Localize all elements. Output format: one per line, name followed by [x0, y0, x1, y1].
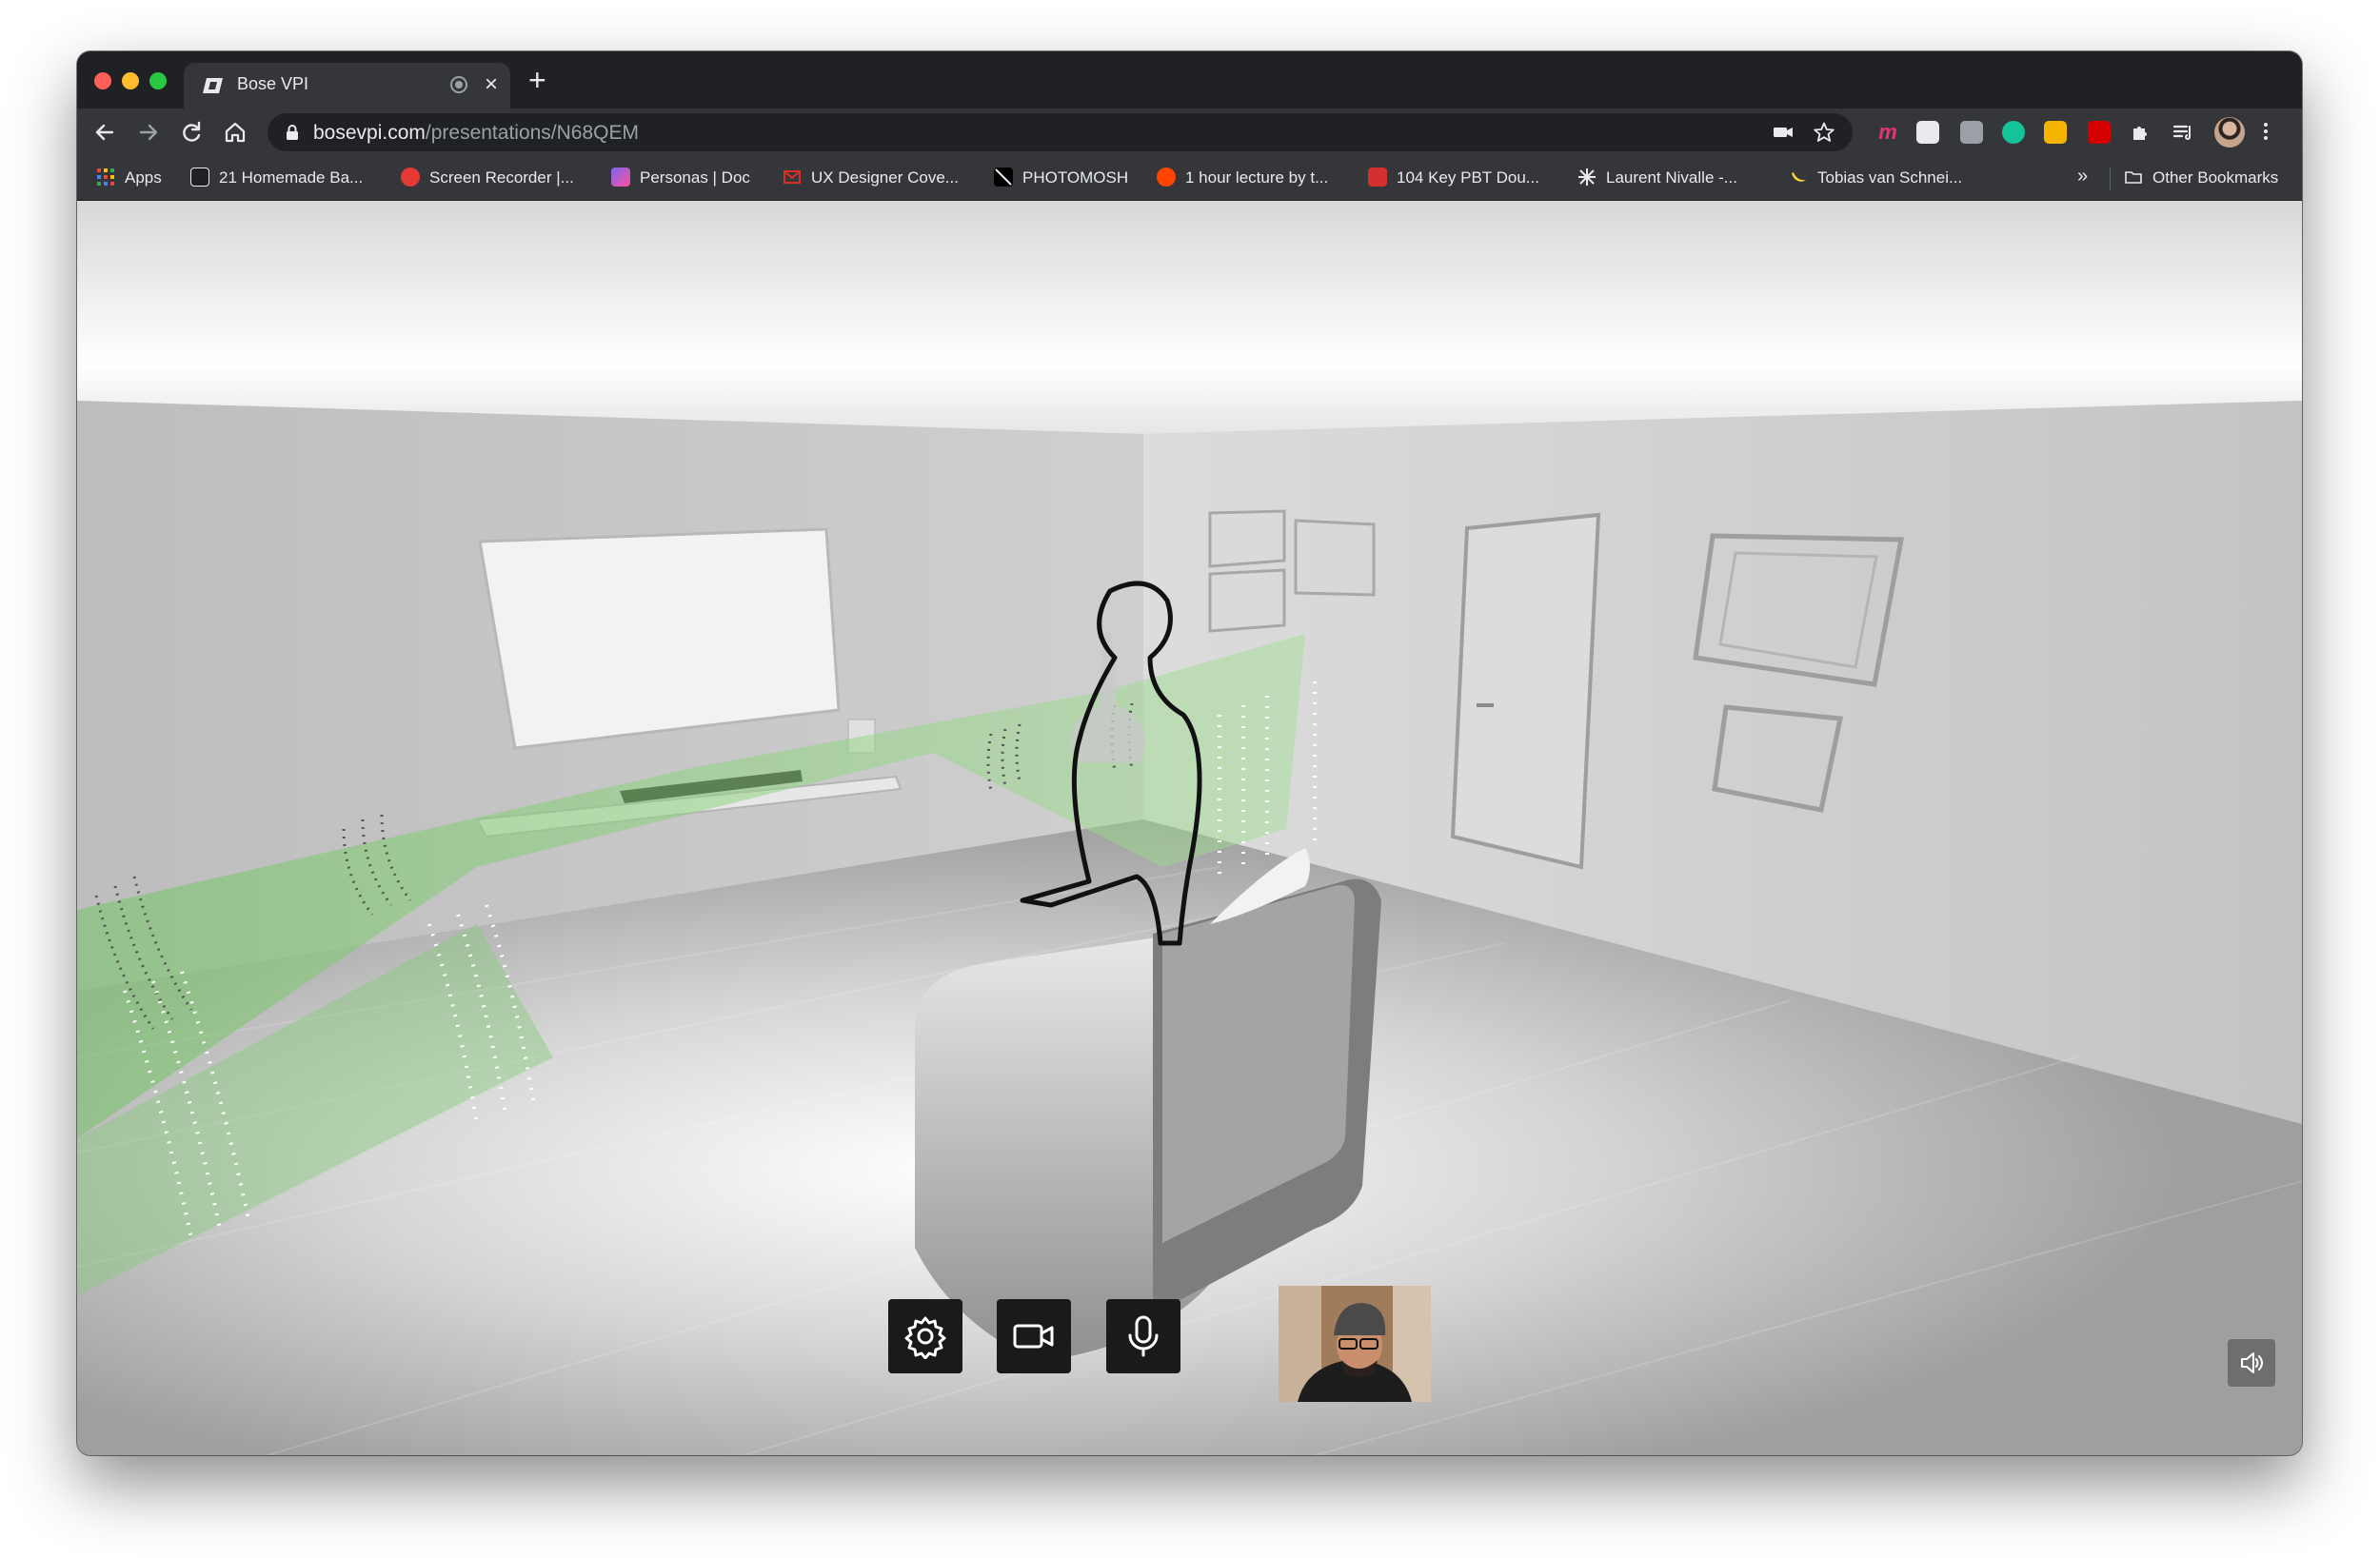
- reading-list-icon[interactable]: [2172, 121, 2194, 144]
- bookmark-label: Apps: [125, 168, 162, 187]
- camera-icon[interactable]: [1772, 121, 1795, 144]
- bookmarks-bar: Apps 21 Homemade Ba... Screen Recorder |…: [77, 156, 2302, 201]
- bose-icon: [203, 78, 223, 93]
- clickup-icon: [611, 168, 630, 187]
- record-icon: [401, 168, 420, 187]
- puzzle-icon[interactable]: [2130, 121, 2152, 144]
- extension-youtube-icon[interactable]: [2088, 121, 2111, 144]
- menu-icon[interactable]: [2262, 121, 2270, 144]
- close-window-button[interactable]: [94, 72, 111, 89]
- bookmark-label: Screen Recorder |...: [429, 168, 574, 187]
- video-camera-icon: [1013, 1324, 1054, 1349]
- address-bar[interactable]: bosevpi.com/presentations/N68QEM: [268, 113, 1853, 151]
- browser-window: Bose VPI × + bosevpi.com/presentations/N…: [77, 51, 2302, 1455]
- apps-grid-icon: [97, 168, 114, 186]
- star-icon[interactable]: [1813, 121, 1835, 144]
- star-burst-icon: [1578, 168, 1596, 186]
- volume-button[interactable]: [2228, 1339, 2275, 1387]
- plus-icon[interactable]: +: [528, 63, 546, 97]
- tab-title: Bose VPI: [237, 74, 309, 93]
- bookmark-label: 1 hour lecture by t...: [1185, 168, 1329, 187]
- active-tab[interactable]: Bose VPI ×: [184, 63, 510, 108]
- forward-icon[interactable]: [132, 116, 165, 148]
- bookmark-label: 21 Homemade Ba...: [219, 168, 364, 187]
- speaker-icon: [2241, 1352, 2263, 1373]
- recording-indicator-icon: [450, 76, 467, 93]
- room-scene: [77, 201, 2302, 1455]
- url-text: bosevpi.com/presentations/N68QEM: [313, 122, 639, 145]
- extension-m-icon[interactable]: m: [1874, 119, 1901, 146]
- self-video-feed[interactable]: [1279, 1286, 1431, 1402]
- maximize-window-button[interactable]: [149, 72, 167, 89]
- minimize-window-button[interactable]: [122, 72, 139, 89]
- bookmark-label: Tobias van Schnei...: [1817, 168, 1963, 187]
- extension-chart-icon[interactable]: [2044, 121, 2067, 144]
- url-path: /presentations/N68QEM: [425, 122, 639, 144]
- settings-button[interactable]: [888, 1299, 962, 1373]
- extension-calc-icon[interactable]: [1960, 121, 1983, 144]
- microphone-button[interactable]: [1106, 1299, 1180, 1373]
- camera-button[interactable]: [997, 1299, 1071, 1373]
- gmail-icon: [783, 170, 801, 184]
- microphone-icon: [1128, 1315, 1159, 1357]
- bookmark-label: Laurent Nivalle -...: [1606, 168, 1737, 187]
- photomosh-icon: [994, 168, 1013, 187]
- presentation-viewport[interactable]: [77, 201, 2302, 1455]
- url-domain: bosevpi.com: [313, 122, 426, 144]
- back-icon[interactable]: [89, 116, 121, 148]
- tab-close-icon[interactable]: ×: [485, 71, 498, 98]
- reload-icon[interactable]: [175, 116, 208, 148]
- bookmarks-overflow-button[interactable]: »: [2077, 166, 2088, 187]
- bookmark-label: PHOTOMOSH: [1022, 168, 1129, 187]
- profile-avatar[interactable]: [2214, 117, 2245, 148]
- bookmark-label: 104 Key PBT Dou...: [1397, 168, 1539, 187]
- home-icon[interactable]: [219, 116, 251, 148]
- reddit-icon: [1157, 168, 1176, 187]
- tab-strip: Bose VPI × +: [77, 51, 2302, 108]
- grammarly-icon[interactable]: [2002, 121, 2025, 144]
- banana-icon: [1792, 172, 1806, 182]
- bookmark-label: Personas | Doc: [640, 168, 750, 187]
- toolbar: bosevpi.com/presentations/N68QEM m: [77, 108, 2302, 156]
- folder-icon: [2125, 171, 2142, 184]
- participant-video: [1279, 1286, 1431, 1402]
- bookmark-label: UX Designer Cove...: [811, 168, 959, 187]
- other-bookmarks-label: Other Bookmarks: [2152, 168, 2279, 187]
- lock-icon[interactable]: [283, 123, 302, 142]
- recipe-icon: [190, 168, 209, 187]
- gear-icon: [904, 1316, 946, 1359]
- keyboard-icon: [1368, 168, 1387, 187]
- bookmarks-divider: [2110, 168, 2111, 190]
- extension-screenshot-icon[interactable]: [1916, 121, 1939, 144]
